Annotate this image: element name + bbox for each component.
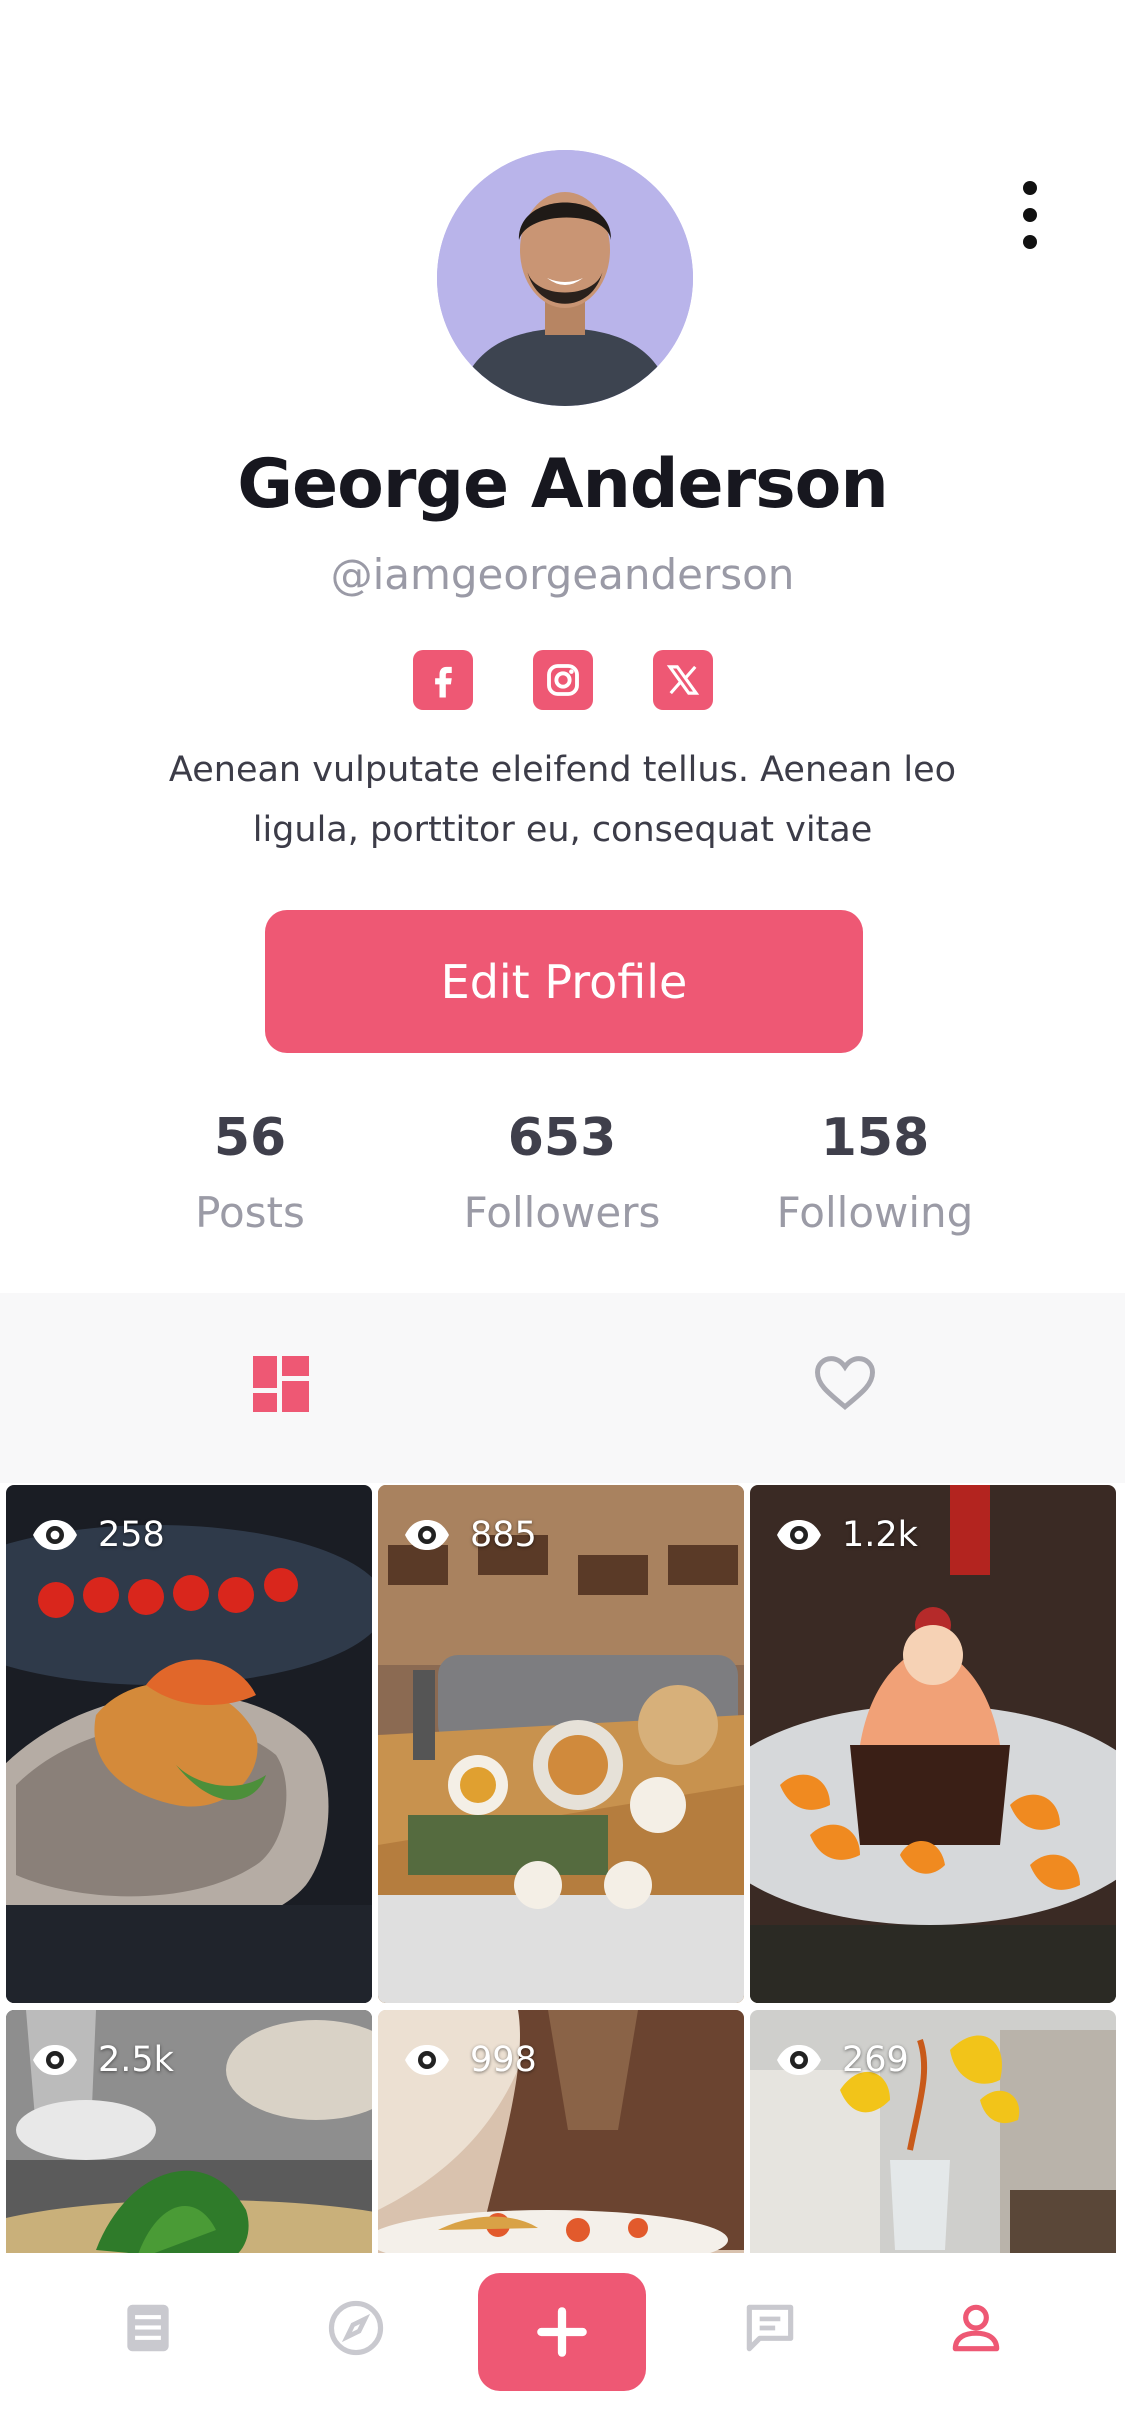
profile-handle: @iamgeorgeanderson <box>330 550 795 599</box>
more-options-button[interactable] <box>1010 175 1050 255</box>
post-views-count: 885 <box>470 1515 537 1555</box>
profile-name: George Anderson <box>237 445 889 524</box>
stat-followers-value: 653 <box>507 1108 617 1168</box>
post-image <box>6 1485 372 2003</box>
bottom-navigation <box>0 2253 1125 2436</box>
eye-icon <box>405 2045 449 2075</box>
stat-following-value: 158 <box>820 1108 930 1168</box>
heart-icon <box>815 1356 875 1410</box>
eye-icon <box>777 2045 821 2075</box>
grid-icon <box>253 1393 277 1412</box>
post-tile[interactable]: 269 <box>750 2010 1116 2253</box>
feed-icon <box>127 2304 169 2352</box>
profile-bio: Aenean vulputate eleifend tellus. Aenean… <box>168 750 957 850</box>
add-icon <box>537 2307 587 2357</box>
nav-messages[interactable] <box>710 2253 830 2403</box>
avatar-image <box>437 150 693 406</box>
add-post-button[interactable] <box>478 2273 646 2391</box>
more-dot-icon <box>1023 208 1037 222</box>
avatar[interactable] <box>437 150 693 406</box>
more-dot-icon <box>1023 181 1037 195</box>
eye-icon <box>777 1520 821 1550</box>
post-views-count: 258 <box>98 1515 165 1555</box>
post-views: 998 <box>402 2040 537 2080</box>
social-links <box>0 650 1125 710</box>
grid-icon <box>282 1356 309 1376</box>
post-views-count: 1.2k <box>842 1515 918 1555</box>
x-icon[interactable] <box>652 650 713 710</box>
post-tile[interactable]: 2.5k <box>6 2010 372 2253</box>
compass-icon <box>328 2300 384 2356</box>
nav-profile[interactable] <box>916 2253 1036 2403</box>
eye-icon <box>33 1520 77 1550</box>
post-image <box>378 1485 744 2003</box>
stat-followers-label: Followers <box>463 1188 661 1237</box>
stat-following-label: Following <box>776 1188 974 1237</box>
post-views-count: 998 <box>470 2040 537 2080</box>
instagram-icon[interactable] <box>532 650 593 710</box>
post-views-count: 2.5k <box>98 2040 174 2080</box>
tab-posts-grid[interactable] <box>253 1356 309 1412</box>
post-views: 258 <box>30 1515 165 1555</box>
more-dot-icon <box>1023 235 1037 249</box>
eye-icon <box>405 1520 449 1550</box>
post-image <box>750 1485 1116 2003</box>
post-views: 2.5k <box>30 2040 174 2080</box>
post-views-count: 269 <box>842 2040 909 2080</box>
grid-icon <box>282 1381 309 1412</box>
stat-following[interactable]: 158 Following <box>725 1108 1025 1237</box>
nav-feed[interactable] <box>88 2253 208 2403</box>
stat-posts[interactable]: 56 Posts <box>100 1108 400 1237</box>
post-tile[interactable]: 885 <box>378 1485 744 2003</box>
stat-posts-label: Posts <box>195 1188 305 1237</box>
post-tile[interactable]: 258 <box>6 1485 372 2003</box>
grid-icon <box>253 1356 277 1388</box>
post-views: 1.2k <box>774 1515 918 1555</box>
post-tile[interactable]: 1.2k <box>750 1485 1116 2003</box>
stat-posts-value: 56 <box>213 1108 287 1168</box>
chat-icon <box>746 2304 794 2352</box>
post-tile[interactable]: 998 <box>378 2010 744 2253</box>
tab-liked[interactable] <box>812 1351 878 1413</box>
post-views: 885 <box>402 1515 537 1555</box>
facebook-icon[interactable] <box>412 650 473 710</box>
nav-explore[interactable] <box>296 2253 416 2403</box>
post-views: 269 <box>774 2040 909 2080</box>
stat-followers[interactable]: 653 Followers <box>412 1108 712 1237</box>
edit-profile-button[interactable]: Edit Profile <box>265 910 863 1053</box>
profile-tabs <box>0 1293 1125 1483</box>
posts-grid: 258 885 1.2k 2.5k 998 269 <box>0 1483 1125 2253</box>
eye-icon <box>33 2045 77 2075</box>
profile-icon <box>952 2304 1000 2352</box>
